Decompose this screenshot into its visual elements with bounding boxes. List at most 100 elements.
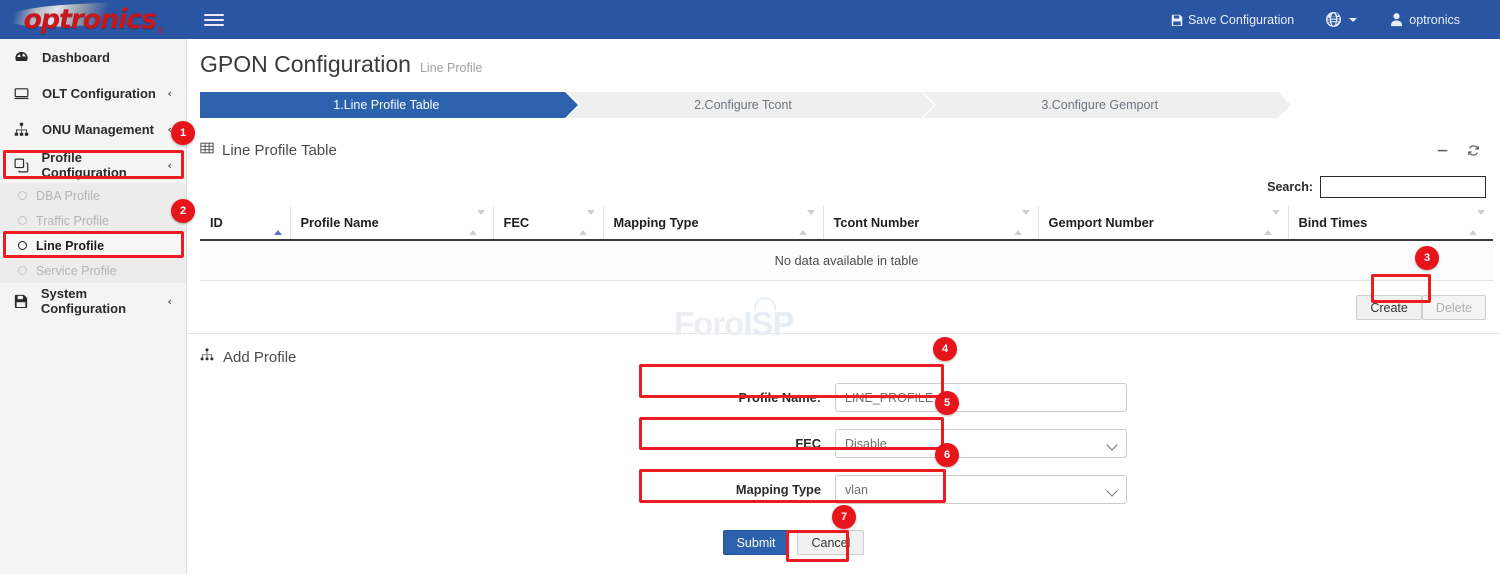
form-title: Add Profile: [187, 334, 1500, 366]
page-title: GPON Configuration: [200, 51, 411, 78]
sidebar-item-dashboard[interactable]: Dashboard: [0, 39, 186, 75]
table-column-mapping-type[interactable]: Mapping Type: [603, 206, 823, 240]
panel-header: Line Profile Table: [187, 136, 1500, 164]
user-menu[interactable]: optronics: [1373, 0, 1476, 39]
page-subtitle: Line Profile: [420, 61, 483, 75]
panel-title: Line Profile Table: [200, 141, 337, 159]
sidebar-item-label: ONU Management: [42, 122, 154, 137]
top-header: optronics ® Save Configuration: [0, 0, 1500, 39]
form-button-bar: Submit Cancel: [187, 530, 1500, 555]
monitor-icon: [14, 86, 33, 101]
application-window: optronics ® Save Configuration: [0, 0, 1500, 574]
fec-select-wrapper: Disable: [835, 429, 1127, 458]
wizard-step-configure-tcont[interactable]: 2.Configure Tcont: [565, 92, 922, 118]
chevron-left-icon: ‹: [167, 87, 172, 100]
fec-control: Disable: [835, 429, 1127, 458]
main-content: GPON Configuration Line Profile 1.Line P…: [187, 39, 1500, 574]
profile-name-label: Profile Name:: [187, 390, 835, 405]
table-column-bind-times[interactable]: Bind Times: [1288, 206, 1493, 240]
hamburger-bar: [204, 19, 224, 21]
sidebar: Dashboard OLT Configuration ‹: [0, 39, 187, 574]
chevron-down-icon: [1349, 18, 1357, 22]
column-label: Mapping Type: [614, 215, 699, 230]
logo-text: optronics: [23, 4, 155, 35]
sitemap-icon: [14, 122, 33, 137]
add-profile-icon: [200, 348, 214, 366]
table-empty-message: No data available in table: [200, 240, 1493, 281]
table-column-profile-name[interactable]: Profile Name: [290, 206, 493, 240]
username-label: optronics: [1409, 13, 1460, 27]
create-button[interactable]: Create: [1356, 295, 1422, 320]
hamburger-icon[interactable]: [204, 10, 224, 30]
chevron-left-icon: ‹: [167, 295, 172, 308]
page-header: GPON Configuration Line Profile: [187, 39, 1500, 78]
radio-circle-icon: [18, 191, 27, 200]
fec-select[interactable]: Disable: [835, 429, 1127, 458]
fec-label: FEC: [187, 436, 835, 451]
table-column-fec[interactable]: FEC: [493, 206, 603, 240]
table-body: No data available in table: [200, 240, 1493, 281]
panel-title-label: Line Profile Table: [222, 142, 337, 159]
mapping-type-control: vlan: [835, 475, 1127, 504]
sidebar-item-profile-configuration[interactable]: Profile Configuration ‹: [0, 147, 186, 183]
table-column-gemport-number[interactable]: Gemport Number: [1038, 206, 1288, 240]
clone-icon: [14, 158, 33, 173]
table-action-bar: Create Delete: [187, 281, 1500, 320]
sidebar-subitem-dba-profile[interactable]: DBA Profile: [0, 183, 186, 208]
save-icon: [1171, 14, 1183, 26]
column-label: ID: [210, 215, 223, 230]
form-row-mapping-type: Mapping Type vlan: [187, 475, 1500, 504]
profile-name-input[interactable]: [835, 383, 1127, 412]
table-column-tcont-number[interactable]: Tcont Number: [823, 206, 1038, 240]
wizard-steps: 1.Line Profile Table 2.Configure Tcont 3…: [200, 92, 1278, 118]
table-column-id[interactable]: ID: [200, 206, 290, 240]
column-label: FEC: [504, 215, 530, 230]
cancel-button[interactable]: Cancel: [797, 530, 864, 555]
dashboard-icon: [14, 50, 33, 65]
search-label: Search:: [1267, 180, 1313, 194]
sidebar-subitem-service-profile[interactable]: Service Profile: [0, 258, 186, 283]
refresh-icon[interactable]: [1467, 144, 1480, 157]
brand-logo[interactable]: optronics ®: [0, 0, 187, 39]
add-profile-form: Add Profile Profile Name: FEC Disable: [187, 334, 1500, 555]
minimize-icon[interactable]: [1436, 144, 1449, 157]
submit-button[interactable]: Submit: [723, 530, 790, 555]
language-selector[interactable]: [1310, 0, 1373, 39]
hamburger-bar: [204, 24, 224, 26]
logo-registered-mark: ®: [157, 25, 164, 35]
search-input[interactable]: [1320, 176, 1486, 198]
sidebar-subitem-line-profile[interactable]: Line Profile: [0, 233, 186, 258]
save-configuration-button[interactable]: Save Configuration: [1155, 0, 1310, 39]
save-icon: [14, 294, 32, 308]
sidebar-item-system-configuration[interactable]: System Configuration ‹: [0, 283, 186, 319]
wizard-step-label: 1.Line Profile Table: [333, 98, 439, 112]
header-right-group: Save Configuration optronics: [1155, 0, 1500, 39]
profile-configuration-submenu: DBA Profile Traffic Profile Line Profile…: [0, 183, 186, 283]
line-profile-table: ID Profile Name FEC: [200, 206, 1493, 281]
chevron-left-icon: ‹: [167, 159, 172, 172]
profile-name-control: [835, 383, 1127, 412]
mapping-type-select-wrapper: vlan: [835, 475, 1127, 504]
radio-circle-icon: [18, 241, 27, 250]
table-header-row: ID Profile Name FEC: [200, 206, 1493, 240]
search-bar: Search:: [187, 176, 1500, 198]
user-icon: [1389, 12, 1404, 27]
sidebar-subitem-label: Line Profile: [36, 239, 104, 253]
section-divider: [187, 333, 1500, 334]
save-configuration-label: Save Configuration: [1188, 13, 1294, 27]
sidebar-subitem-label: Traffic Profile: [36, 214, 109, 228]
mapping-type-select[interactable]: vlan: [835, 475, 1127, 504]
sidebar-item-olt-configuration[interactable]: OLT Configuration ‹: [0, 75, 186, 111]
sidebar-subitem-traffic-profile[interactable]: Traffic Profile: [0, 208, 186, 233]
table-empty-row: No data available in table: [200, 240, 1493, 281]
wizard-step-configure-gemport[interactable]: 3.Configure Gemport: [921, 92, 1278, 118]
sidebar-item-onu-management[interactable]: ONU Management ‹: [0, 111, 186, 147]
sidebar-item-label: OLT Configuration: [42, 86, 156, 101]
wizard-step-line-profile-table[interactable]: 1.Line Profile Table: [200, 92, 565, 118]
sidebar-subitem-label: Service Profile: [36, 264, 117, 278]
column-label: Bind Times: [1299, 215, 1368, 230]
sidebar-item-label: System Configuration: [41, 286, 168, 316]
globe-icon: [1326, 12, 1341, 27]
form-row-profile-name: Profile Name:: [187, 383, 1500, 412]
radio-circle-icon: [18, 216, 27, 225]
